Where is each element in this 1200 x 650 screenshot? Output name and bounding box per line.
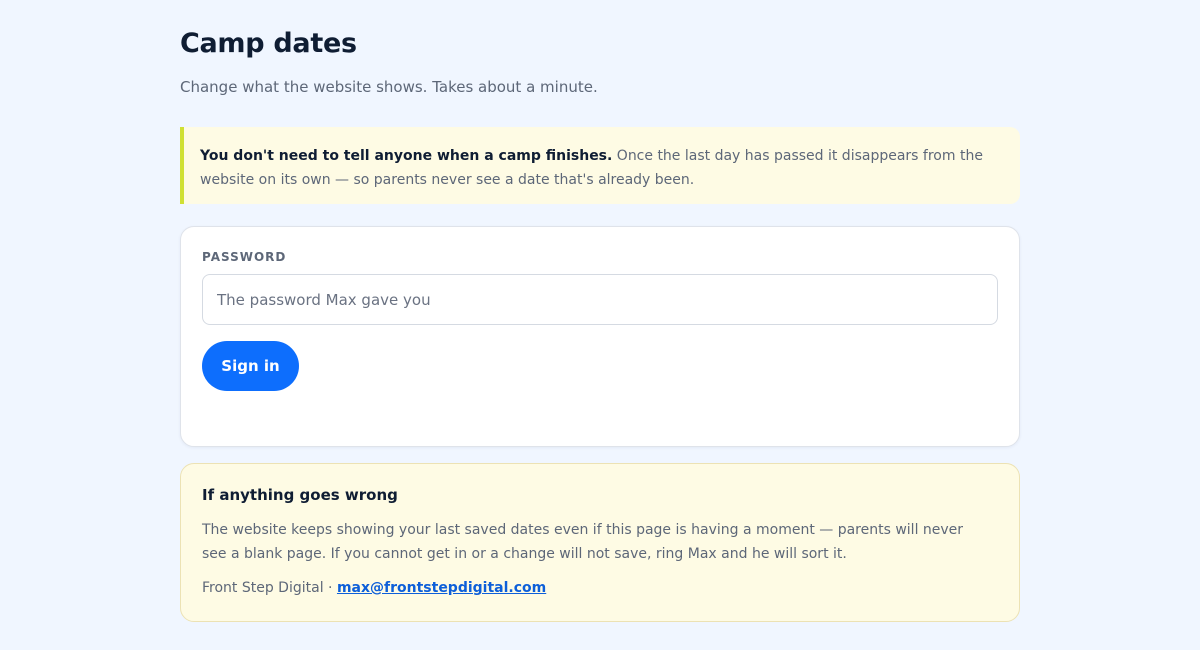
company-name: Front Step Digital ·	[202, 580, 337, 596]
login-card: PASSWORD Sign in	[180, 226, 1020, 447]
info-notice: You don't need to tell anyone when a cam…	[180, 127, 1020, 204]
notice-heading: You don't need to tell anyone when a cam…	[200, 148, 613, 164]
email-link[interactable]: max@frontstepdigital.com	[337, 580, 546, 596]
password-input[interactable]	[202, 274, 998, 325]
page-subtitle: Change what the website shows. Takes abo…	[180, 78, 598, 96]
page-title: Camp dates	[180, 28, 357, 59]
help-title: If anything goes wrong	[202, 486, 398, 504]
sign-in-button[interactable]: Sign in	[202, 341, 299, 391]
password-label: PASSWORD	[202, 250, 287, 264]
help-contact: Front Step Digital · max@frontstepdigita…	[202, 576, 546, 600]
help-body: The website keeps showing your last save…	[202, 522, 964, 562]
help-panel: If anything goes wrong The website keeps…	[180, 463, 1020, 622]
